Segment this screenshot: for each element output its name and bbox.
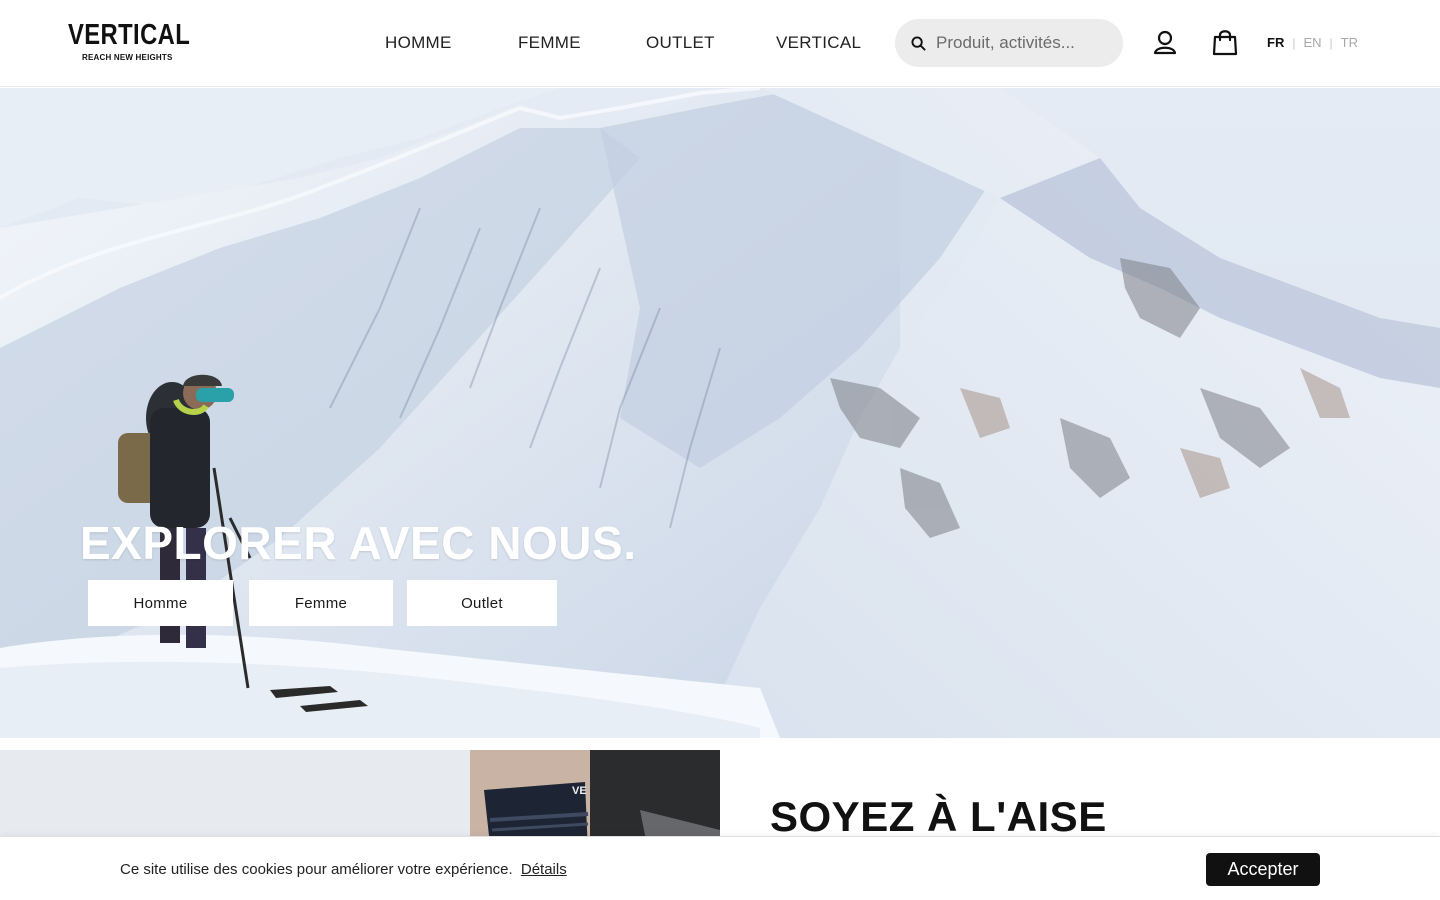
user-icon [1153, 30, 1177, 55]
nav-item-vertical[interactable]: VERTICAL [776, 33, 861, 53]
svg-text:VE: VE [572, 785, 587, 797]
lang-en[interactable]: EN [1303, 35, 1321, 50]
brand-tagline: REACH NEW HEIGHTS [82, 53, 173, 62]
cookie-banner: Ce site utilise des cookies pour amélior… [0, 836, 1440, 900]
hero-title: EXPLORER AVEC NOUS. [80, 517, 637, 569]
nav-item-homme[interactable]: HOMME [385, 33, 452, 53]
lang-divider: | [1292, 35, 1296, 50]
lang-divider: | [1329, 35, 1333, 50]
cookie-text: Ce site utilise des cookies pour amélior… [120, 861, 513, 878]
lang-fr[interactable]: FR [1267, 35, 1284, 50]
lang-tr[interactable]: TR [1341, 35, 1358, 50]
hero-mountain-image [0, 88, 1440, 738]
nav-item-femme[interactable]: FEMME [518, 33, 581, 53]
cookie-details-link[interactable]: Détails [521, 861, 567, 878]
promo-heading: SOYEZ À L'AISE [770, 793, 1107, 840]
site-header: VERTICAL REACH NEW HEIGHTS HOMME FEMME O… [0, 0, 1440, 87]
search-box[interactable] [895, 19, 1123, 67]
hero-banner: EXPLORER AVEC NOUS. Homme Femme Outlet [0, 88, 1440, 738]
language-switcher: FR | EN | TR [1267, 35, 1358, 50]
hero-button-outlet[interactable]: Outlet [407, 580, 557, 626]
nav-item-outlet[interactable]: OUTLET [646, 33, 715, 53]
hero-button-femme[interactable]: Femme [249, 580, 393, 626]
shopping-bag-icon [1212, 30, 1238, 56]
brand-logo-wordmark: VERTICAL [68, 19, 191, 51]
hero-button-homme[interactable]: Homme [88, 580, 233, 626]
cookie-message: Ce site utilise des cookies pour amélior… [120, 861, 567, 878]
account-button[interactable] [1151, 28, 1181, 58]
search-input[interactable] [936, 29, 1111, 57]
brand-logo[interactable]: VERTICAL REACH NEW HEIGHTS [68, 18, 190, 64]
accept-cookies-button[interactable]: Accepter [1206, 853, 1320, 886]
search-icon[interactable] [911, 36, 926, 51]
cart-button[interactable] [1211, 28, 1241, 58]
